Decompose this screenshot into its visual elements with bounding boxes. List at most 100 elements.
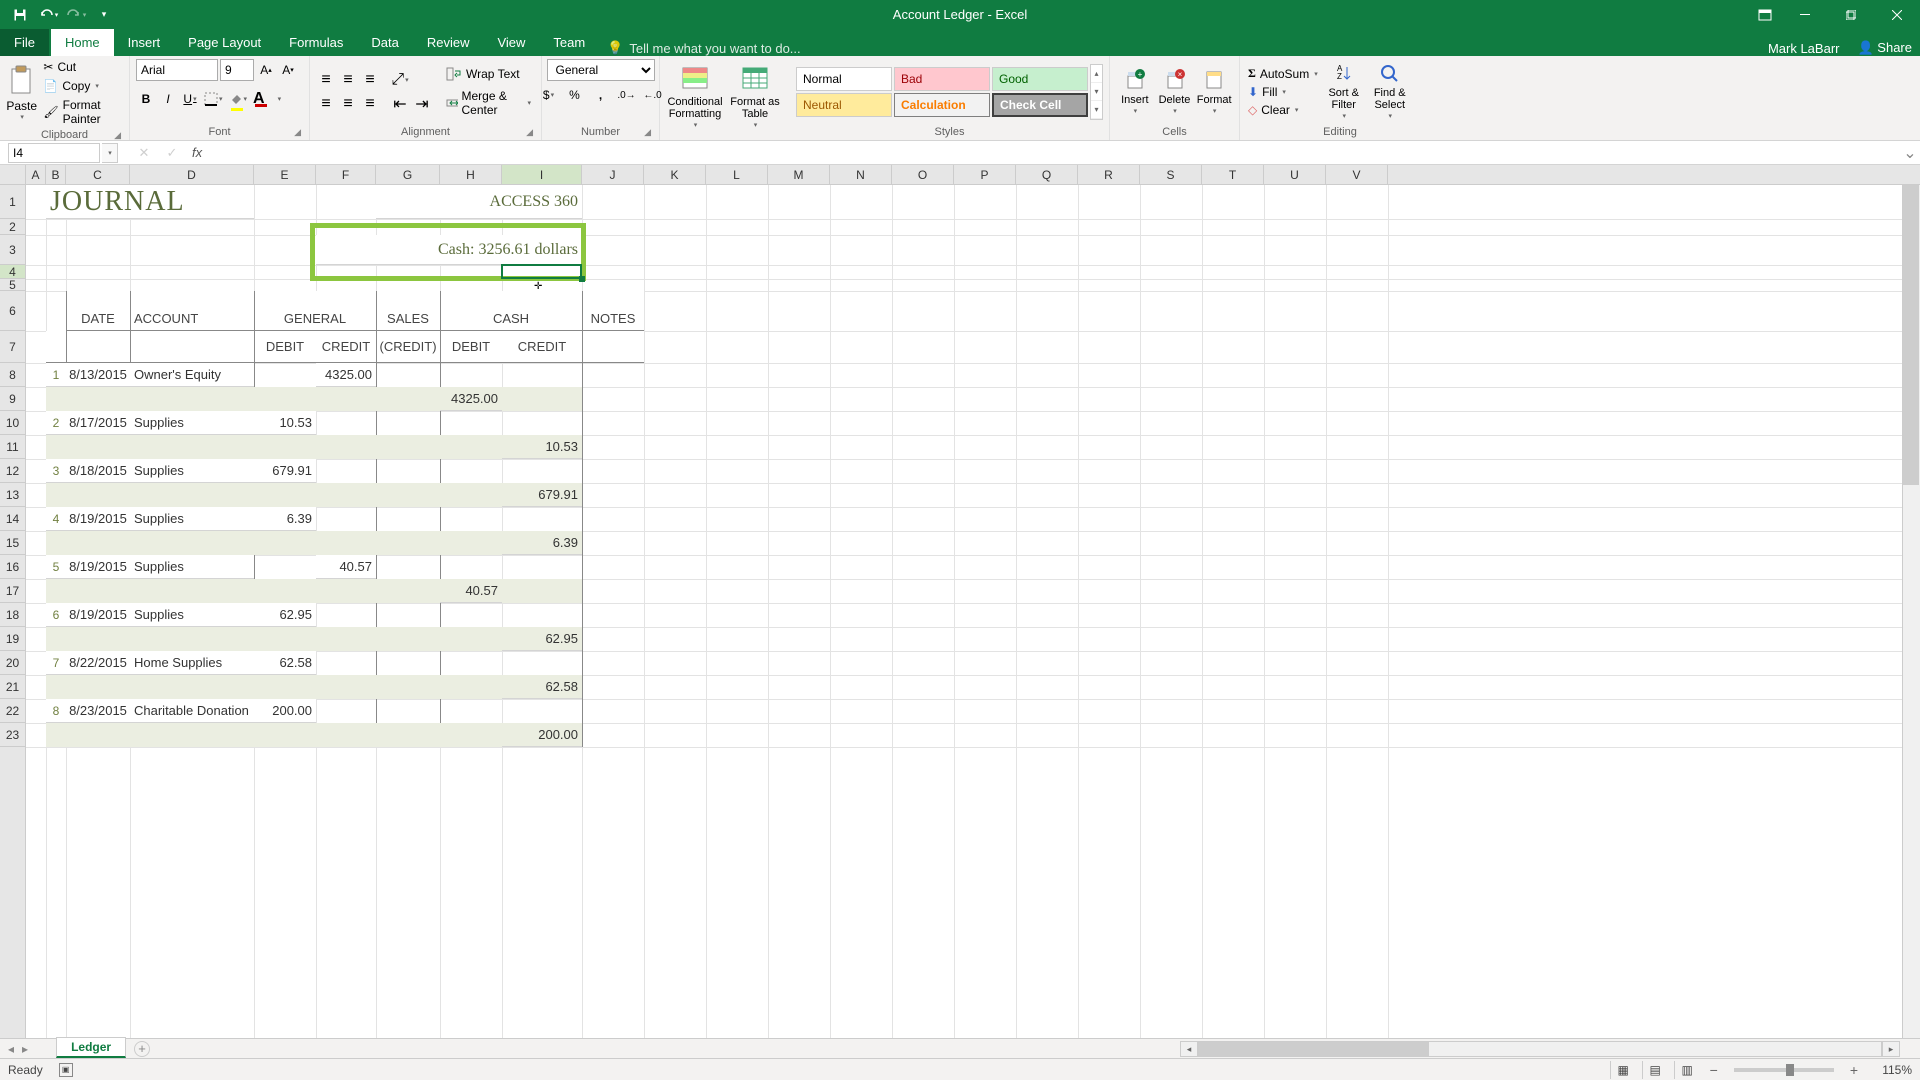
entry-4-cashcredit[interactable]: 6.39 <box>502 531 582 555</box>
entry-8-date[interactable]: 8/23/2015 <box>66 699 130 723</box>
table-subheader-F[interactable]: CREDIT <box>316 331 376 363</box>
tab-view[interactable]: View <box>483 29 539 56</box>
undo-icon[interactable]: ▾ <box>36 3 60 27</box>
sort-filter-button[interactable]: AZSort & Filter▾ <box>1322 63 1366 121</box>
column-header-K[interactable]: K <box>644 165 706 184</box>
zoom-slider[interactable] <box>1734 1068 1834 1072</box>
conditional-formatting-button[interactable]: Conditional Formatting▾ <box>666 66 724 130</box>
align-right-icon[interactable]: ≡ <box>360 94 380 114</box>
entry-3-account[interactable]: Supplies <box>130 459 254 483</box>
increase-font-icon[interactable]: A▴ <box>256 60 276 80</box>
column-header-N[interactable]: N <box>830 165 892 184</box>
paste-button[interactable]: Paste ▾ <box>6 65 37 121</box>
qat-customize-icon[interactable]: ▾ <box>92 3 116 27</box>
enter-formula-icon[interactable]: ✓ <box>158 143 186 163</box>
column-header-C[interactable]: C <box>66 165 130 184</box>
row-header-21[interactable]: 21 <box>0 675 25 699</box>
column-header-A[interactable]: A <box>26 165 46 184</box>
cash-summary-cell[interactable]: Cash: 3256.61 dollars <box>316 235 582 265</box>
table-subheader-E[interactable]: DEBIT <box>254 331 316 363</box>
column-header-U[interactable]: U <box>1264 165 1326 184</box>
font-size-select[interactable] <box>220 59 254 81</box>
increase-indent-icon[interactable]: ⇥ <box>412 94 432 114</box>
tab-formulas[interactable]: Formulas <box>275 29 357 56</box>
brand-cell[interactable]: ACCESS 360 <box>376 185 582 219</box>
fill-button[interactable]: ⬇Fill▾ <box>1246 84 1320 100</box>
entry-7-cashcredit[interactable]: 62.58 <box>502 675 582 699</box>
entry-6-account[interactable]: Supplies <box>130 603 254 627</box>
decrease-font-icon[interactable]: A▾ <box>278 60 298 80</box>
align-left-icon[interactable]: ≡ <box>316 94 336 114</box>
number-format-select[interactable]: General <box>547 59 655 81</box>
cell-styles-gallery[interactable]: Normal Bad Good Neutral Calculation Chec… <box>796 67 1088 117</box>
row-header-9[interactable]: 9 <box>0 387 25 411</box>
sheet-tab-ledger[interactable]: Ledger <box>56 1037 126 1058</box>
increase-decimal-icon[interactable]: .0→ <box>617 85 637 105</box>
border-button[interactable]: ▾ <box>202 92 225 106</box>
journal-title-cell[interactable]: JOURNAL <box>46 185 254 219</box>
save-icon[interactable] <box>8 3 32 27</box>
hscroll-left-icon[interactable]: ◂ <box>1180 1041 1198 1057</box>
row-header-18[interactable]: 18 <box>0 603 25 627</box>
row-header-11[interactable]: 11 <box>0 435 25 459</box>
column-header-B[interactable]: B <box>46 165 66 184</box>
number-launcher-icon[interactable]: ◢ <box>644 127 651 138</box>
column-header-O[interactable]: O <box>892 165 954 184</box>
column-header-G[interactable]: G <box>376 165 440 184</box>
maximize-icon[interactable] <box>1828 0 1874 29</box>
table-header-date[interactable]: DATE <box>66 291 130 331</box>
share-button[interactable]: 👤 Share <box>1857 40 1912 56</box>
entry-1-cashdebit[interactable]: 4325.00 <box>440 387 502 411</box>
row-header-8[interactable]: 8 <box>0 363 25 387</box>
delete-cells-button[interactable]: ×Delete▾ <box>1156 68 1194 116</box>
entry-4-account[interactable]: Supplies <box>130 507 254 531</box>
redo-icon[interactable]: ▾ <box>64 3 88 27</box>
entry-6-date[interactable]: 8/19/2015 <box>66 603 130 627</box>
hscroll-thumb[interactable] <box>1199 1042 1429 1056</box>
row-header-23[interactable]: 23 <box>0 723 25 747</box>
clear-button[interactable]: ◇Clear▾ <box>1246 102 1320 118</box>
entry-2-account[interactable]: Supplies <box>130 411 254 435</box>
row-header-17[interactable]: 17 <box>0 579 25 603</box>
row-header-7[interactable]: 7 <box>0 331 25 363</box>
table-header-cash[interactable]: CASH <box>440 291 582 331</box>
row-header-2[interactable]: 2 <box>0 219 25 235</box>
style-normal[interactable]: Normal <box>796 67 892 91</box>
align-top-icon[interactable]: ≡ <box>316 70 336 90</box>
comma-format-icon[interactable]: , <box>591 85 611 105</box>
percent-format-icon[interactable]: % <box>565 85 585 105</box>
column-header-V[interactable]: V <box>1326 165 1388 184</box>
row-header-6[interactable]: 6 <box>0 291 25 331</box>
user-name[interactable]: Mark LaBarr <box>1768 41 1840 56</box>
italic-button[interactable]: I <box>158 89 178 109</box>
row-header-15[interactable]: 15 <box>0 531 25 555</box>
table-header-sales[interactable]: SALES <box>376 291 440 331</box>
tell-me-search[interactable]: 💡 Tell me what you want to do... <box>599 40 808 56</box>
zoom-out-icon[interactable]: − <box>1706 1062 1722 1078</box>
page-layout-view-icon[interactable]: ▤ <box>1642 1061 1668 1079</box>
row-header-20[interactable]: 20 <box>0 651 25 675</box>
entry-8-gdebit[interactable]: 200.00 <box>254 699 316 723</box>
tab-page-layout[interactable]: Page Layout <box>174 29 275 56</box>
fill-color-button[interactable]: ▾ <box>227 92 250 107</box>
tab-file[interactable]: File <box>0 29 49 56</box>
cells-area[interactable]: JOURNALACCESS 360Cash: 3256.61 dollars✛D… <box>26 185 1920 1038</box>
zoom-slider-thumb[interactable] <box>1786 1064 1794 1076</box>
hscroll-right-icon[interactable]: ▸ <box>1882 1041 1900 1057</box>
styles-gallery-more-icon[interactable]: ▴▾▾ <box>1090 64 1103 120</box>
column-header-T[interactable]: T <box>1202 165 1264 184</box>
format-painter-button[interactable]: 🖌Format Painter <box>39 97 123 127</box>
macro-record-icon[interactable]: ▣ <box>59 1063 73 1077</box>
formula-bar-expand-icon[interactable]: ⌄ <box>1900 143 1920 163</box>
entry-5-account[interactable]: Supplies <box>130 555 254 579</box>
entry-1-date[interactable]: 8/13/2015 <box>66 363 130 387</box>
entry-5-cashdebit[interactable]: 40.57 <box>440 579 502 603</box>
align-center-icon[interactable]: ≡ <box>338 94 358 114</box>
entry-6-cashcredit[interactable]: 62.95 <box>502 627 582 651</box>
zoom-percentage[interactable]: 115% <box>1868 1063 1912 1077</box>
formula-input[interactable] <box>208 143 1900 163</box>
row-header-14[interactable]: 14 <box>0 507 25 531</box>
clipboard-launcher-icon[interactable]: ◢ <box>114 130 121 141</box>
entry-4-gdebit[interactable]: 6.39 <box>254 507 316 531</box>
style-neutral[interactable]: Neutral <box>796 93 892 117</box>
